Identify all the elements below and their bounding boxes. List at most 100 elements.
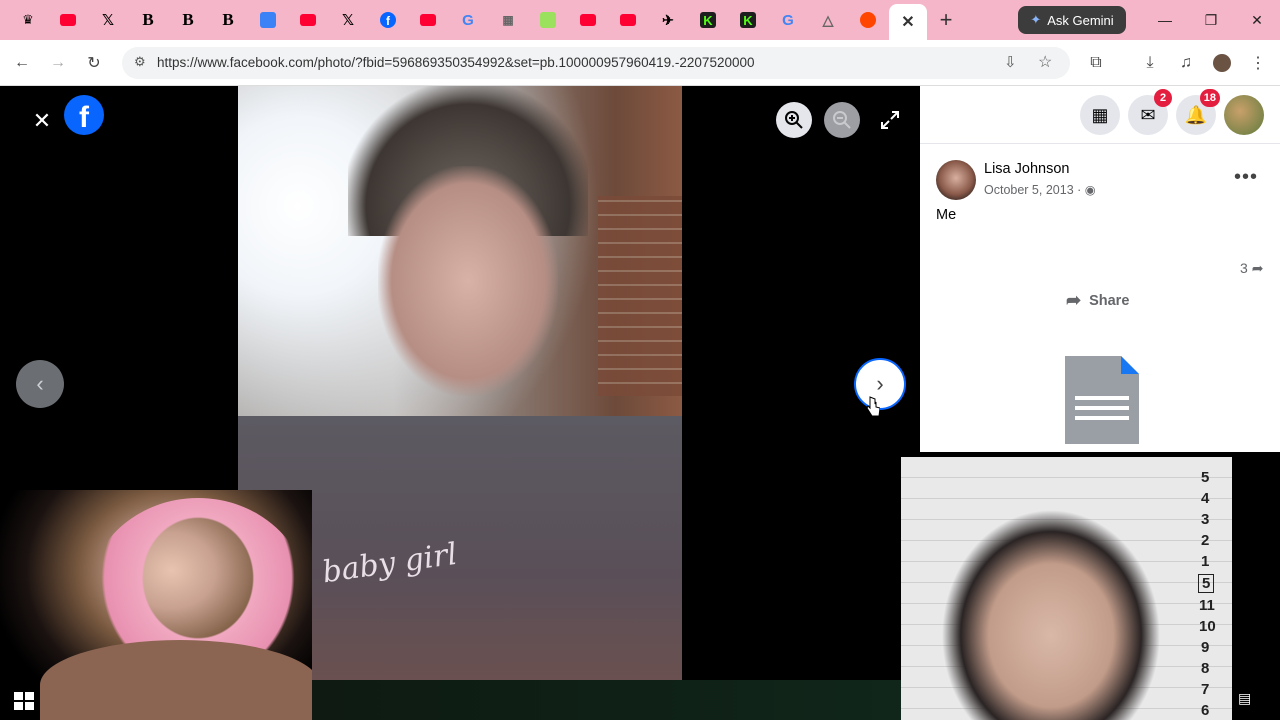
tab-google-2[interactable]: G — [776, 8, 800, 32]
tab-favicon-1[interactable]: ♛ — [16, 8, 40, 32]
downloads-icon[interactable]: ⤓ — [1138, 51, 1162, 75]
tab-b-2[interactable]: B — [176, 8, 200, 32]
install-app-icon[interactable]: ⇩ — [1004, 53, 1017, 71]
photo-bricks — [598, 196, 682, 396]
tab-youtube-4[interactable] — [576, 8, 600, 32]
tab-kick-2[interactable]: K — [736, 8, 760, 32]
tab-green[interactable] — [536, 8, 560, 32]
share-count[interactable]: 3 ➦ — [1240, 260, 1263, 277]
author-avatar[interactable] — [936, 160, 976, 200]
kick-icon: K — [740, 12, 756, 28]
tab-strip: ♛ 𝕏 B B B 𝕏 f G ▦ ✈ K K G △ ✕ + ✦ Ask Ge… — [0, 0, 1280, 40]
tab-google[interactable]: G — [456, 8, 480, 32]
zoom-out-button[interactable] — [824, 102, 860, 138]
tab-b-1[interactable]: B — [136, 8, 160, 32]
tab-facebook[interactable]: f — [376, 8, 400, 32]
facebook-top-icons: ▦ ✉ 2 🔔 18 — [920, 86, 1280, 144]
fullscreen-button[interactable] — [872, 102, 908, 138]
ruler-mark: 7 — [1201, 681, 1210, 698]
tab-dark[interactable]: ✈ — [656, 8, 680, 32]
tab-drive[interactable]: △ — [816, 8, 840, 32]
ruler-mark: 9 — [1201, 639, 1210, 656]
menu-grid-button[interactable]: ▦ — [1080, 95, 1120, 135]
tab-x-2[interactable]: 𝕏 — [336, 8, 360, 32]
ruler-mark: 5 — [1201, 469, 1210, 486]
youtube-icon — [620, 14, 636, 26]
close-tab-icon[interactable]: ✕ — [901, 12, 914, 32]
bell-icon: 🔔 — [1184, 104, 1208, 125]
ruler-mark: 11 — [1199, 597, 1215, 614]
ruler-mark: 4 — [1201, 490, 1210, 507]
globe-icon: ◉ — [1084, 183, 1096, 197]
browser-toolbar: ← → ↻ ⚙ https://www.facebook.com/photo/?… — [0, 40, 1280, 86]
profile-icon[interactable] — [1210, 51, 1234, 75]
more-options-button[interactable]: ••• — [1234, 166, 1258, 189]
ruler-mark: 3 — [1201, 511, 1210, 528]
tab-youtube[interactable] — [56, 8, 80, 32]
photo-face — [378, 166, 558, 396]
new-tab-button[interactable]: + — [934, 7, 958, 32]
post-date[interactable]: October 5, 2013 · ◉ — [984, 182, 1096, 197]
site-info-icon[interactable]: ⚙ — [134, 54, 146, 70]
ruler-mark: 5 — [1198, 574, 1215, 593]
google-icon: G — [462, 11, 474, 29]
google-icon: G — [782, 11, 794, 29]
tab-youtube-2[interactable] — [296, 8, 320, 32]
facebook-logo-icon[interactable]: f — [64, 95, 104, 135]
grid-icon: ▦ — [1091, 104, 1109, 125]
url-text[interactable]: https://www.facebook.com/photo/?fbid=596… — [157, 55, 755, 70]
windows-start-icon[interactable] — [14, 692, 34, 710]
b-icon: B — [142, 10, 154, 29]
zoom-in-icon — [785, 111, 803, 129]
document-icon — [1065, 356, 1139, 444]
ruler-mark: 8 — [1201, 660, 1210, 677]
zoom-in-button[interactable] — [776, 102, 812, 138]
close-window-button[interactable]: ✕ — [1242, 8, 1272, 32]
close-viewer-button[interactable]: ✕ — [22, 101, 62, 141]
address-bar[interactable]: ⚙ https://www.facebook.com/photo/?fbid=5… — [122, 47, 1070, 79]
menu-icon[interactable]: ⋮ — [1246, 51, 1270, 75]
ask-gemini-button[interactable]: ✦ Ask Gemini — [1018, 6, 1126, 34]
restore-button[interactable]: ❐ — [1196, 8, 1226, 32]
notification-center-icon[interactable]: ▤ — [1238, 690, 1264, 712]
hand-cursor-icon — [866, 396, 880, 417]
tab-x[interactable]: 𝕏 — [96, 8, 120, 32]
tab-reddit[interactable] — [856, 8, 880, 32]
kick-icon: K — [700, 12, 716, 28]
forward-button[interactable]: → — [46, 51, 70, 75]
ruler-mark: 6 — [1201, 702, 1210, 719]
bird-icon: ✈ — [662, 11, 674, 28]
notifications-badge: 18 — [1199, 89, 1220, 107]
author-name[interactable]: Lisa Johnson — [984, 161, 1069, 177]
bookmark-star-icon[interactable]: ☆ — [1038, 52, 1052, 72]
extensions-icon[interactable]: ⧉ — [1084, 51, 1108, 75]
back-button[interactable]: ← — [10, 51, 34, 75]
post-date-text[interactable]: October 5, 2013 · — [984, 183, 1085, 197]
reload-button[interactable]: ↻ — [82, 51, 106, 75]
ruler-mark: 1 — [1201, 553, 1210, 570]
tab-kick-1[interactable]: K — [696, 8, 720, 32]
post-caption: Me — [936, 207, 957, 223]
share-count-value: 3 — [1240, 260, 1248, 276]
youtube-icon — [420, 14, 436, 26]
post-panel: ▦ ✉ 2 🔔 18 Lisa Johnson October 5, 2013 … — [920, 86, 1280, 452]
share-button[interactable]: ➦ Share — [1066, 290, 1129, 311]
b-icon: B — [222, 10, 234, 29]
b-icon: B — [182, 10, 194, 29]
account-avatar[interactable] — [1224, 95, 1264, 135]
media-control-icon[interactable]: ♫ — [1174, 51, 1198, 75]
next-photo-button[interactable]: › — [854, 358, 906, 410]
tab-active[interactable]: ✕ — [889, 4, 927, 40]
tab-youtube-5[interactable] — [616, 8, 640, 32]
messenger-button[interactable]: ✉ 2 — [1128, 89, 1172, 135]
youtube-icon — [300, 14, 316, 26]
previous-photo-button[interactable]: ‹ — [16, 360, 64, 408]
tab-app[interactable] — [256, 8, 280, 32]
tab-site[interactable]: ▦ — [496, 8, 520, 32]
zoom-out-icon — [833, 111, 851, 129]
tab-b-3[interactable]: B — [216, 8, 240, 32]
notifications-button[interactable]: 🔔 18 — [1176, 89, 1220, 135]
app-icon — [260, 12, 276, 28]
tab-youtube-3[interactable] — [416, 8, 440, 32]
minimize-button[interactable]: — — [1150, 8, 1180, 32]
